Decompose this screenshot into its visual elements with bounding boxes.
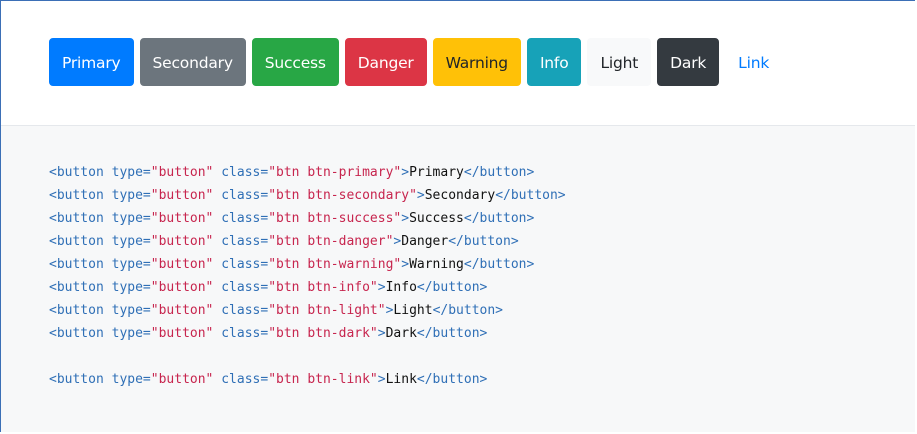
code-type-value: "button" (150, 280, 214, 295)
code-inner-text: Primary (409, 165, 464, 180)
primary-button[interactable]: Primary (49, 38, 134, 86)
code-type-value: "button" (150, 234, 214, 249)
dark-button[interactable]: Dark (657, 38, 720, 86)
code-class-attr: class= (213, 280, 269, 295)
code-text: <button type="button" class="btn btn-pri… (49, 161, 566, 391)
link-button[interactable]: Link (725, 38, 782, 86)
code-inner-text: Danger (401, 234, 449, 249)
code-line-3: <button type="button" class="btn btn-dan… (49, 230, 566, 253)
code-open-tag: <button (49, 372, 104, 387)
code-class-attr: class= (213, 303, 269, 318)
code-type-attr: type= (103, 234, 151, 249)
code-class-value: "btn btn-danger" (268, 234, 394, 249)
code-close-bracket: > (377, 326, 386, 341)
code-class-value: "btn btn-info" (268, 280, 378, 295)
code-type-attr: type= (103, 211, 151, 226)
code-type-attr: type= (103, 280, 151, 295)
code-line-7: <button type="button" class="btn btn-dar… (49, 322, 566, 345)
code-snippet: <button type="button" class="btn btn-pri… (1, 126, 915, 432)
code-end-tag: </button> (463, 257, 535, 272)
code-inner-text: Link (385, 372, 417, 387)
code-class-attr: class= (213, 234, 269, 249)
code-line-1: <button type="button" class="btn btn-sec… (49, 184, 566, 207)
code-end-tag: </button> (463, 211, 535, 226)
code-line-4: <button type="button" class="btn btn-war… (49, 253, 566, 276)
code-type-attr: type= (103, 303, 151, 318)
code-type-value: "button" (150, 257, 214, 272)
code-type-value: "button" (150, 326, 214, 341)
code-open-tag: <button (49, 326, 104, 341)
code-class-attr: class= (213, 326, 269, 341)
code-end-tag: </button> (495, 188, 566, 203)
code-inner-text: Warning (409, 257, 464, 272)
code-close-bracket: > (416, 188, 425, 203)
code-open-tag: <button (49, 165, 104, 180)
code-end-tag: </button> (416, 372, 488, 387)
code-type-value: "button" (150, 372, 214, 387)
code-close-bracket: > (401, 211, 410, 226)
warning-button[interactable]: Warning (432, 38, 521, 86)
code-type-attr: type= (103, 165, 151, 180)
code-class-value: "btn btn-success" (268, 211, 402, 226)
code-open-tag: <button (49, 234, 104, 249)
code-close-bracket: > (401, 257, 410, 272)
code-type-value: "button" (150, 303, 214, 318)
code-close-bracket: > (377, 372, 386, 387)
example-frame: Primary Secondary Success Danger Warning… (0, 0, 915, 432)
danger-button[interactable]: Danger (344, 38, 427, 86)
code-inner-text: Success (409, 211, 464, 226)
code-line-0: <button type="button" class="btn btn-pri… (49, 161, 566, 184)
code-open-tag: <button (49, 211, 104, 226)
code-class-attr: class= (213, 211, 269, 226)
code-class-attr: class= (213, 188, 269, 203)
code-close-bracket: > (377, 280, 386, 295)
buttons-example: Primary Secondary Success Danger Warning… (1, 1, 915, 126)
code-type-value: "button" (150, 211, 214, 226)
code-type-attr: type= (103, 326, 151, 341)
code-class-value: "btn btn-dark" (268, 326, 378, 341)
code-close-bracket: > (401, 165, 410, 180)
code-inner-text: Secondary (424, 188, 496, 203)
code-end-tag: </button> (432, 303, 504, 318)
success-button[interactable]: Success (251, 38, 339, 86)
code-class-value: "btn btn-link" (268, 372, 378, 387)
code-class-attr: class= (213, 165, 269, 180)
code-inner-text: Light (393, 303, 433, 318)
code-end-tag: </button> (416, 280, 488, 295)
code-open-tag: <button (49, 280, 104, 295)
code-line-2: <button type="button" class="btn btn-suc… (49, 207, 566, 230)
code-end-tag: </button> (448, 234, 519, 249)
code-class-value: "btn btn-warning" (268, 257, 402, 272)
secondary-button[interactable]: Secondary (139, 38, 246, 86)
code-inner-text: Info (385, 280, 417, 295)
code-type-attr: type= (103, 188, 151, 203)
code-type-attr: type= (103, 372, 151, 387)
code-class-attr: class= (213, 257, 269, 272)
code-open-tag: <button (49, 303, 104, 318)
info-button[interactable]: Info (526, 38, 582, 86)
code-type-value: "button" (150, 165, 214, 180)
code-line-5: <button type="button" class="btn btn-inf… (49, 276, 566, 299)
code-class-value: "btn btn-light" (268, 303, 386, 318)
code-class-attr: class= (213, 372, 269, 387)
code-open-tag: <button (49, 188, 104, 203)
code-type-attr: type= (103, 257, 151, 272)
code-inner-text: Dark (385, 326, 417, 341)
code-end-tag: </button> (416, 326, 488, 341)
code-end-tag: </button> (463, 165, 535, 180)
code-class-value: "btn btn-secondary" (268, 188, 417, 203)
code-class-value: "btn btn-primary" (268, 165, 402, 180)
light-button[interactable]: Light (587, 38, 652, 86)
code-line-link: <button type="button" class="btn btn-lin… (49, 368, 566, 391)
code-open-tag: <button (49, 257, 104, 272)
code-line-6: <button type="button" class="btn btn-lig… (49, 299, 566, 322)
button-row: Primary Secondary Success Danger Warning… (49, 38, 788, 86)
code-type-value: "button" (150, 188, 214, 203)
